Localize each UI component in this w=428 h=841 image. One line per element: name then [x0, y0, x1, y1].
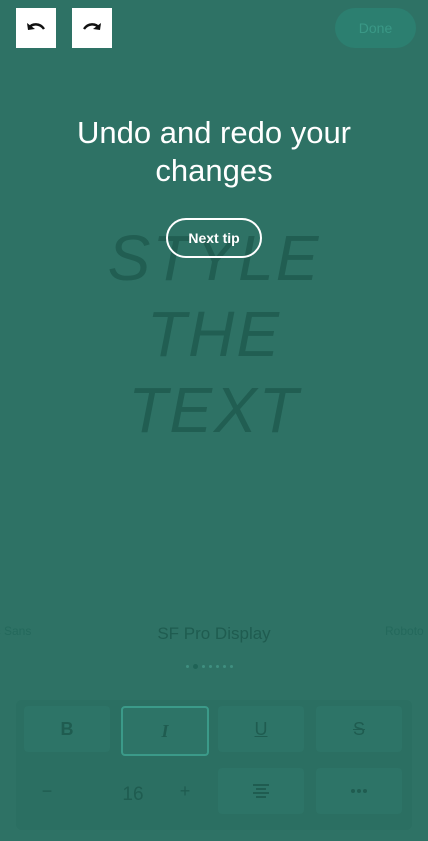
font-size-value: 16	[122, 784, 144, 805]
decrease-size-button[interactable]: −	[24, 768, 70, 814]
underline-label: U	[254, 718, 268, 739]
font-option-current[interactable]: SF Pro Display	[100, 624, 328, 644]
page-dot	[202, 664, 205, 668]
increase-size-button[interactable]: +	[162, 768, 208, 814]
preview-line: THE	[147, 298, 281, 370]
redo-icon	[83, 23, 101, 30]
align-center-icon	[253, 784, 269, 798]
italic-label: I	[161, 720, 169, 741]
tip-title: Undo and redo your changes	[76, 115, 352, 188]
font-option-prev[interactable]: ic Sans	[0, 624, 31, 638]
underline-button[interactable]: U	[218, 706, 304, 752]
strikethrough-button[interactable]: S	[316, 706, 402, 752]
format-toolbar: B I U S − 16 +	[16, 700, 412, 830]
page-dot	[193, 663, 198, 669]
font-option-next[interactable]: Roboto	[385, 624, 424, 638]
align-button[interactable]	[218, 768, 304, 814]
undo-button[interactable]	[16, 8, 56, 48]
more-options-button[interactable]	[316, 768, 402, 814]
minus-icon: −	[41, 780, 53, 801]
plus-icon: +	[179, 780, 191, 801]
bold-label: B	[60, 718, 74, 739]
bold-button[interactable]: B	[24, 706, 110, 752]
italic-button[interactable]: I	[121, 706, 209, 756]
page-dot	[230, 664, 233, 668]
preview-line: TEXT	[128, 374, 300, 446]
more-dots-icon	[351, 789, 367, 793]
font-page-indicator	[186, 663, 233, 669]
undo-icon	[27, 23, 45, 30]
top-bar: Done	[0, 0, 428, 60]
done-button[interactable]: Done	[335, 8, 416, 48]
font-carousel[interactable]: ic Sans SF Pro Display Roboto	[0, 620, 428, 650]
strikethrough-label: S	[352, 718, 365, 739]
next-tip-button[interactable]: Next tip	[166, 218, 262, 258]
page-dot	[223, 664, 226, 668]
page-dot	[216, 664, 219, 668]
page-dot	[209, 664, 212, 668]
page-dot	[186, 664, 189, 668]
redo-button[interactable]	[72, 8, 112, 48]
